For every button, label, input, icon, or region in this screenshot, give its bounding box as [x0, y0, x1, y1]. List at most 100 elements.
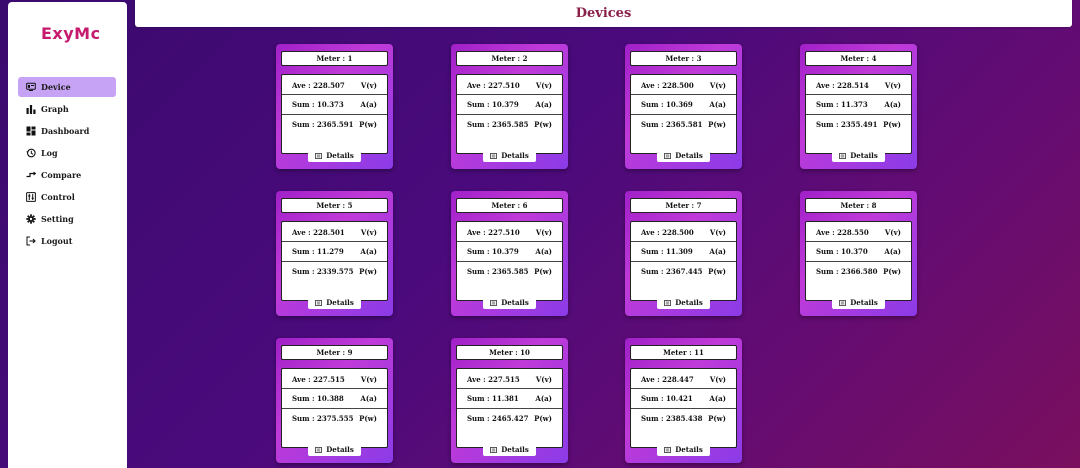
- sidebar-item-graph[interactable]: Graph: [18, 99, 116, 119]
- meter-card: Meter : 8 Ave : 228.550 V(v) Sum : 10.370…: [800, 191, 917, 316]
- reading-value: Sum : 10.421: [641, 393, 693, 403]
- details-label: Details: [501, 298, 529, 307]
- meter-title: Meter : 7: [630, 198, 737, 213]
- meter-card: Meter : 1 Ave : 228.507 V(v) Sum : 10.373…: [276, 44, 393, 169]
- reading-unit: V(v): [535, 80, 552, 90]
- voltage-row: Ave : 227.515 V(v): [282, 370, 387, 390]
- reading-unit: P(w): [534, 413, 552, 423]
- voltage-row: Ave : 227.510 V(v): [457, 76, 562, 96]
- power-row: Sum : 2355.491 P(w): [806, 115, 911, 134]
- sidebar-nav: Device Graph Dashboard Log Compare Contr…: [18, 77, 116, 253]
- details-button[interactable]: Details: [657, 443, 710, 456]
- reading-unit: P(w): [534, 119, 552, 129]
- details-button[interactable]: Details: [657, 296, 710, 309]
- reading-value: Sum : 2367.445: [641, 266, 703, 276]
- current-row: Sum : 10.369 A(a): [631, 95, 736, 115]
- sidebar-item-device[interactable]: Device: [18, 77, 116, 97]
- reading-value: Sum : 11.309: [641, 246, 693, 256]
- meter-title: Meter : 5: [281, 198, 388, 213]
- sidebar-item-label: Logout: [41, 236, 73, 246]
- details-button[interactable]: Details: [308, 296, 361, 309]
- details-button[interactable]: Details: [657, 149, 710, 162]
- reading-value: Sum : 11.373: [816, 99, 868, 109]
- reading-value: Ave : 227.515: [467, 374, 520, 384]
- reading-value: Ave : 227.510: [467, 80, 520, 90]
- details-label: Details: [326, 445, 354, 454]
- reading-unit: P(w): [708, 266, 726, 276]
- voltage-row: Ave : 228.447 V(v): [631, 370, 736, 390]
- meter-title: Meter : 6: [456, 198, 563, 213]
- sidebar-item-compare[interactable]: Compare: [18, 165, 116, 185]
- reading-value: Sum : 10.379: [467, 99, 519, 109]
- reading-value: Ave : 228.447: [641, 374, 694, 384]
- details-label: Details: [675, 151, 703, 160]
- details-label: Details: [675, 445, 703, 454]
- details-button[interactable]: Details: [483, 149, 536, 162]
- meter-card: Meter : 11 Ave : 228.447 V(v) Sum : 10.42…: [625, 338, 742, 463]
- details-label: Details: [501, 445, 529, 454]
- meter-card: Meter : 9 Ave : 227.515 V(v) Sum : 10.388…: [276, 338, 393, 463]
- current-row: Sum : 11.279 A(a): [282, 242, 387, 262]
- reading-unit: P(w): [359, 119, 377, 129]
- reading-value: Ave : 227.515: [292, 374, 345, 384]
- current-row: Sum : 11.381 A(a): [457, 389, 562, 409]
- reading-unit: A(a): [884, 246, 901, 256]
- reading-unit: V(v): [360, 80, 377, 90]
- reading-value: Ave : 228.507: [292, 80, 345, 90]
- list-icon: [664, 152, 672, 159]
- sidebar-item-label: Setting: [41, 214, 74, 224]
- voltage-row: Ave : 228.550 V(v): [806, 223, 911, 243]
- list-icon: [839, 152, 847, 159]
- page-header: Devices: [135, 0, 1072, 27]
- sidebar-item-label: Log: [41, 148, 58, 158]
- reading-unit: V(v): [360, 374, 377, 384]
- meter-title: Meter : 11: [630, 345, 737, 360]
- reading-value: Sum : 10.369: [641, 99, 693, 109]
- sidebar-item-control[interactable]: Control: [18, 187, 116, 207]
- reading-unit: P(w): [359, 413, 377, 423]
- details-button[interactable]: Details: [832, 149, 885, 162]
- sidebar-item-dashboard[interactable]: Dashboard: [18, 121, 116, 141]
- app-logo[interactable]: ExyMc: [41, 24, 101, 43]
- details-label: Details: [850, 298, 878, 307]
- voltage-row: Ave : 228.501 V(v): [282, 223, 387, 243]
- reading-unit: A(a): [709, 246, 726, 256]
- gear-icon: [26, 214, 36, 224]
- reading-unit: V(v): [535, 227, 552, 237]
- reading-unit: V(v): [360, 227, 377, 237]
- reading-value: Ave : 228.550: [816, 227, 869, 237]
- reading-value: Sum : 2375.555: [292, 413, 354, 423]
- reading-unit: P(w): [534, 266, 552, 276]
- reading-unit: V(v): [884, 227, 901, 237]
- sidebar-item-logout[interactable]: Logout: [18, 231, 116, 251]
- details-button[interactable]: Details: [483, 443, 536, 456]
- reading-value: Sum : 2365.581: [641, 119, 703, 129]
- reading-value: Sum : 2365.585: [467, 119, 529, 129]
- sidebar-item-label: Compare: [41, 170, 82, 180]
- reading-value: Sum : 2465.427: [467, 413, 529, 423]
- current-row: Sum : 10.379 A(a): [457, 95, 562, 115]
- list-icon: [315, 299, 323, 306]
- reading-value: Sum : 10.379: [467, 246, 519, 256]
- list-icon: [490, 152, 498, 159]
- details-label: Details: [326, 151, 354, 160]
- reading-unit: V(v): [709, 80, 726, 90]
- details-button[interactable]: Details: [308, 443, 361, 456]
- meter-title: Meter : 8: [805, 198, 912, 213]
- details-button[interactable]: Details: [308, 149, 361, 162]
- reading-value: Ave : 228.501: [292, 227, 345, 237]
- list-icon: [664, 299, 672, 306]
- details-button[interactable]: Details: [832, 296, 885, 309]
- sidebar-item-log[interactable]: Log: [18, 143, 116, 163]
- sidebar-item-setting[interactable]: Setting: [18, 209, 116, 229]
- sidebar-item-label: Control: [41, 192, 75, 202]
- reading-value: Ave : 228.500: [641, 80, 694, 90]
- bar-chart-icon: [26, 104, 36, 114]
- reading-value: Ave : 227.510: [467, 227, 520, 237]
- meter-readings: Ave : 228.507 V(v) Sum : 10.373 A(a) Sum :…: [281, 74, 388, 154]
- details-button[interactable]: Details: [483, 296, 536, 309]
- reading-value: Sum : 2355.491: [816, 119, 878, 129]
- reading-unit: P(w): [883, 266, 901, 276]
- reading-value: Ave : 228.500: [641, 227, 694, 237]
- reading-value: Sum : 2366.580: [816, 266, 878, 276]
